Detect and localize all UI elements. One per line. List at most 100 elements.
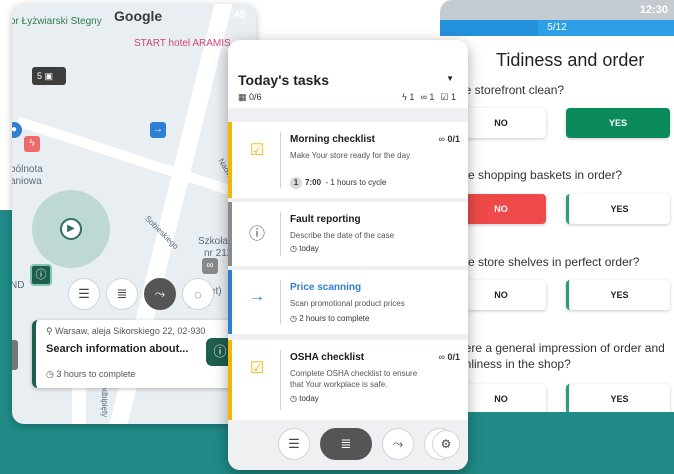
map-street — [16, 116, 252, 202]
tasks-header: Today's tasks ▼ ▦ 0/6 ϟ 1 ∞ 1 ☑ 1 — [228, 40, 468, 108]
checkbox-icon: ☑ — [440, 92, 449, 102]
task-meta-text: today — [299, 244, 319, 253]
questionnaire-phone: 12:30 5/12 Tidiness and order he storefr… — [440, 0, 674, 412]
clock-icon: ◷ — [290, 244, 297, 253]
yes-button[interactable]: YES — [566, 384, 670, 412]
checklist-icon: ☑ — [249, 142, 265, 159]
infinity-count: 1 — [429, 92, 435, 102]
infinity-stat: ∞ 1 — [420, 92, 434, 103]
yes-button[interactable]: YES — [566, 280, 670, 310]
map-label: Szkoła — [198, 236, 229, 247]
lightning-icon: ϟ — [402, 92, 407, 102]
no-button[interactable]: NO — [456, 194, 546, 224]
menu-icon: ☰ — [78, 286, 90, 301]
side-tab[interactable] — [12, 340, 18, 370]
map-label: or Łyżwiarski Stegny — [12, 16, 102, 27]
yes-button[interactable]: YES — [566, 108, 670, 138]
task-card-osha-checklist[interactable]: ☑ OSHA checklist Complete OSHA checklist… — [228, 340, 468, 420]
arrow-marker-icon[interactable]: → — [150, 122, 166, 138]
tasks-progress-text: 0/6 — [249, 92, 262, 102]
task-card-morning-checklist[interactable]: ☑ Morning checklist Make Your store read… — [228, 122, 468, 198]
tasks-bottom-bar: ☰ ≣ ⤳ ◌ — [278, 428, 456, 460]
clock-icon: ◷ — [290, 314, 297, 323]
page-title: Today's tasks — [238, 72, 329, 88]
question-progress-bar: 5/12 — [440, 20, 674, 36]
map-label: aniowa — [12, 176, 42, 187]
scan-arrow-icon: → — [249, 288, 265, 305]
background-teal-right — [440, 412, 674, 474]
chat-button[interactable]: ◌ — [182, 278, 214, 310]
checks-count: 1 — [450, 92, 456, 102]
task-desc: Scan promotional product prices — [290, 299, 405, 308]
list-button[interactable]: ≣ — [106, 278, 138, 310]
question-progress-label: 5/12 — [547, 22, 567, 33]
info-marker-icon[interactable]: ⓘ — [30, 264, 52, 286]
task-card-fault-reporting[interactable]: ⓘ Fault reporting Describe the date of t… — [228, 202, 468, 266]
map-chip[interactable]: 5 ▣ — [32, 67, 66, 85]
list-button[interactable]: ≣ — [320, 428, 372, 460]
map-phone: Google 12:45 or Łyżwiarski Stegny START … — [12, 4, 256, 424]
info-icon: ⓘ — [213, 344, 227, 359]
divider — [280, 280, 281, 324]
task-card-price-scanning[interactable]: → Price scanning Scan promotional produc… — [228, 270, 468, 334]
dropdown-icon[interactable]: ▼ — [446, 74, 454, 83]
route-button[interactable]: ⤳ — [382, 428, 414, 460]
task-desc: Describe the date of the case — [290, 231, 395, 240]
lightning-count: 1 — [409, 92, 415, 102]
question-text: the shopping baskets in order? — [458, 168, 623, 182]
infinity-marker-icon[interactable]: ∞ — [202, 258, 218, 274]
question-text: he storefront clean? — [458, 83, 565, 97]
tasks-progress: ▦ 0/6 — [238, 92, 262, 103]
search-card-subtitle: ◷ 3 hours to complete — [46, 369, 234, 380]
info-icon: ⓘ — [248, 226, 265, 243]
menu-button[interactable]: ☰ — [68, 278, 100, 310]
task-count: ∞ 0/1 — [439, 352, 460, 362]
filter-icon: ⚙ — [440, 437, 452, 451]
tasks-stats: ϟ 1 ∞ 1 ☑ 1 — [402, 92, 456, 103]
task-count-value: 0/1 — [447, 352, 460, 362]
map-label: ND — [12, 280, 25, 291]
map-chip-label: 5 — [37, 71, 43, 81]
lightning-marker-icon[interactable]: ϟ — [24, 136, 40, 152]
clock-icon: ◷ — [290, 394, 297, 403]
clock-icon: ◷ — [46, 369, 54, 379]
google-logo: Google — [114, 8, 163, 24]
address-line: ⚲ Warsaw, aleja Sikorskiego 22, 02-930 — [46, 326, 234, 337]
route-button[interactable]: ⤳ — [144, 278, 176, 310]
status-time: 12:45 — [217, 9, 246, 21]
list-icon: ≣ — [116, 286, 128, 301]
task-name: OSHA checklist — [290, 352, 365, 363]
status-bar: 12:30 — [440, 0, 674, 20]
task-list: ☑ Morning checklist Make Your store read… — [228, 108, 468, 470]
question-text: the store shelves in perfect order? — [458, 255, 640, 269]
location-marker-icon[interactable]: ● — [12, 122, 22, 138]
no-button[interactable]: NO — [456, 108, 546, 138]
chat-icon: ◌ — [194, 286, 202, 302]
task-meta: ◷ today — [290, 244, 319, 253]
task-number-badge: 1 — [290, 177, 302, 189]
section-title: Tidiness and order — [496, 50, 645, 70]
search-card-subtitle-text: 3 hours to complete — [56, 369, 136, 379]
filter-button[interactable]: ⚙ — [432, 430, 460, 458]
task-count: ∞ 0/1 — [439, 134, 460, 144]
tasks-phone: Today's tasks ▼ ▦ 0/6 ϟ 1 ∞ 1 ☑ 1 ☑ Morn… — [228, 40, 468, 470]
person-icon: ⚲ — [46, 326, 53, 336]
lightning-stat: ϟ 1 — [402, 92, 414, 103]
no-button[interactable]: NO — [456, 280, 546, 310]
task-desc: Make Your store ready for the day — [290, 151, 411, 160]
task-desc: Complete OSHA checklist to ensure that Y… — [290, 369, 418, 389]
question-text: here a general impression of order and a… — [458, 341, 665, 371]
current-location-radar: ▶ — [32, 190, 110, 268]
map-label: pólnota — [12, 164, 43, 175]
task-count-value: 0/1 — [447, 134, 460, 144]
menu-button[interactable]: ☰ — [278, 428, 310, 460]
task-name: Morning checklist — [290, 134, 376, 145]
infinity-icon: ∞ — [420, 92, 427, 102]
yes-button[interactable]: YES — [566, 194, 670, 224]
no-button[interactable]: NO — [456, 384, 546, 412]
map-label: START hotel ARAMIS — [134, 38, 231, 49]
task-meta: ◷ 2 hours to complete — [290, 314, 369, 323]
divider — [280, 212, 281, 256]
search-task-card[interactable]: ⚲ Warsaw, aleja Sikorskiego 22, 02-930 S… — [32, 320, 244, 388]
task-name: Fault reporting — [290, 214, 361, 225]
